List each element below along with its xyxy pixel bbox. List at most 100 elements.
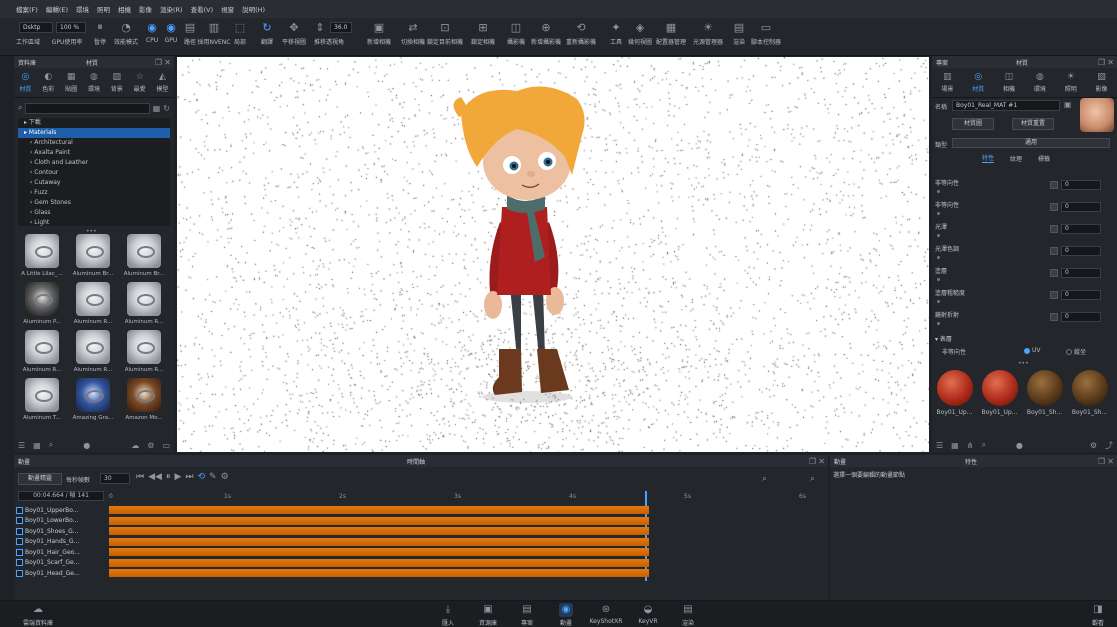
scene-material[interactable]: Boy01_Up... [935,370,974,416]
settings-icon[interactable]: ⚙ [221,472,229,482]
toolbar-script-button[interactable]: ▭ 腳本控制器 [751,20,781,47]
tree-icon[interactable]: ⋔ [967,441,974,450]
toolbar-reset-camera-button[interactable]: ⟲ 重新攝影機 [566,20,596,47]
toolbar-camera-button[interactable]: ◫ 攝影機 [501,20,531,47]
close-icon[interactable]: ✕ [1107,457,1114,466]
material-graph-button[interactable]: 材質圖 [952,118,994,130]
timeline-track[interactable]: Boy01_UpperBo... [16,505,104,515]
toolbar-light-manager-button[interactable]: ☀ 光源管理器 [693,20,723,47]
size-slider-icon[interactable]: ● [1016,441,1023,450]
tab-lighting[interactable]: ☀ 照明 [1060,72,1082,93]
track-checkbox[interactable] [16,506,23,514]
subtab-2[interactable]: 標籤 [1038,154,1050,163]
menu-item-5[interactable]: 影像 [139,4,152,14]
fps-field[interactable]: 30 [100,473,130,484]
skip-end-icon[interactable]: ⏭ [185,472,193,482]
material-name-field[interactable]: Boy01_Real_MAT #1 [952,100,1060,111]
material-thumbnail[interactable]: Aluminum R... [69,330,117,376]
animation-bar[interactable] [109,548,649,556]
cloud-icon[interactable]: ☁ [131,441,139,450]
property-value[interactable]: 0 [1061,224,1101,234]
dock-keyshotxr-button[interactable]: ⊛ KeyShotXR [588,603,624,625]
undock-icon[interactable]: ❐ [1098,58,1105,67]
toolbar-add-video-button[interactable]: ⊕ 新增攝影機 [531,20,561,47]
material-thumbnail[interactable]: Amazing Gra... [69,378,117,424]
splitter-handle-icon[interactable]: ••• [1018,360,1029,367]
tree-item[interactable]: › Architectural [18,138,170,148]
dock-keyvr-button[interactable]: ◒ KeyVR [630,603,666,625]
tab-image[interactable]: ▧ 影像 [1091,72,1113,93]
tree-item[interactable]: › Cloth and Leather [18,158,170,168]
tree-item[interactable]: › Gem Stones [18,198,170,208]
dock-animation-button[interactable]: ◉ 動畫 [548,603,584,627]
material-thumbnail[interactable]: Aluminum T... [18,378,66,424]
menu-item-3[interactable]: 照明 [97,4,110,14]
track-checkbox[interactable] [16,569,23,577]
material-thumbnail[interactable]: Aluminum Br... [120,234,168,280]
scene-material[interactable]: Boy01_Up... [980,370,1019,416]
texture-slot-icon[interactable] [1050,313,1058,321]
tree-item[interactable]: › Fuzz [18,188,170,198]
skip-start-icon[interactable]: ⏮ [136,472,144,482]
timeline-track[interactable]: Boy01_Shoes_G... [16,526,104,536]
timeline-track[interactable]: Boy01_Hair_Geo... [16,547,104,557]
scene-material[interactable]: Boy01_Sh... [1025,370,1064,416]
material-thumbnail[interactable]: Aluminum R... [18,330,66,376]
toolbar-rotate-button[interactable]: ↻ 翻譯 [252,20,282,47]
slider-knob[interactable] [937,300,940,303]
track-checkbox[interactable] [16,548,23,556]
settings-icon[interactable]: ⚙ [1090,441,1097,450]
menu-item-0[interactable]: 檔案(F) [16,4,38,14]
track-checkbox[interactable] [16,559,23,566]
list-view-icon[interactable]: ☰ [936,441,943,450]
tab-favorite[interactable]: ☆ 最愛 [129,72,151,93]
tree-item[interactable]: › Glass [18,208,170,218]
texture-slot-icon[interactable] [1050,269,1058,277]
playhead[interactable] [645,491,648,581]
search-small-icon[interactable]: ⌕ [49,440,53,450]
search-input[interactable] [25,102,150,114]
search-small-icon[interactable]: ⌕ [981,440,985,450]
animation-bar[interactable] [109,569,649,577]
tab-background[interactable]: ▨ 背景 [106,72,128,93]
material-thumbnail[interactable]: A Little Lilac_... [18,234,66,280]
texture-slot-icon[interactable] [1050,291,1058,299]
property-value[interactable]: 0 [1061,202,1101,212]
animation-wizard-button[interactable]: 動畫精靈 [18,473,62,485]
toolbar-configurator-button[interactable]: ▦ 配置器管理 [656,20,686,47]
property-value[interactable]: 0 [1061,268,1101,278]
texture-slot-icon[interactable] [1050,181,1058,189]
track-checkbox[interactable] [16,517,23,524]
zoom-icon[interactable]: ⌕ [762,474,767,484]
close-icon[interactable]: ✕ [164,58,171,67]
tab-material[interactable]: ◎ 材質 [14,72,36,93]
undock-icon[interactable]: ❐ [155,58,162,67]
toolbar-region-button[interactable]: ⬚ 局部 [225,20,255,47]
property-value[interactable]: 0 [1061,290,1101,300]
animation-bar[interactable] [109,506,649,514]
grid-icon[interactable]: ▦ [33,441,41,450]
toolbar-render-button[interactable]: ▤ 渲染 [724,20,754,47]
toolbar-add-camera-button[interactable]: ▣ 新增相機 [364,20,394,47]
dock-render-button[interactable]: ▤ 渲染 [670,603,706,627]
material-thumbnail[interactable]: Aluminum R... [120,282,168,328]
folder-icon[interactable]: ▭ [162,441,170,450]
material-thumbnail[interactable]: Aluminum R... [69,282,117,328]
property-value[interactable]: 0 [1061,312,1101,322]
subtab-0[interactable]: 特性 [982,153,995,163]
tab-material[interactable]: ◎ 材質 [967,72,989,93]
workspace-preset-field[interactable]: Dsktp [19,22,53,33]
tree-item[interactable]: ▸ Materials [18,128,170,138]
menu-item-6[interactable]: 渲染(R) [160,4,183,14]
toolbar-perspective-button[interactable]: ◭透視角 [320,34,350,46]
menu-item-9[interactable]: 說明(H) [242,4,265,14]
material-thumbnail[interactable]: Aluminum P... [18,282,66,328]
tree-item[interactable]: › Light [18,218,170,226]
timeline-track[interactable]: Boy01_Head_Ge... [16,568,104,578]
toolbar-switch-camera-button[interactable]: ⇄ 切換相機 [398,20,428,47]
size-slider-icon[interactable]: ● [83,441,90,450]
loop-icon[interactable]: ⟲ [198,472,206,482]
toolbar-gpu-button[interactable]: ◧GPU使用率 [52,34,83,46]
current-time[interactable]: 00:04.664 / 幀 141 [18,491,104,501]
timeline-track[interactable]: Boy01_Hands_G... [16,537,104,547]
